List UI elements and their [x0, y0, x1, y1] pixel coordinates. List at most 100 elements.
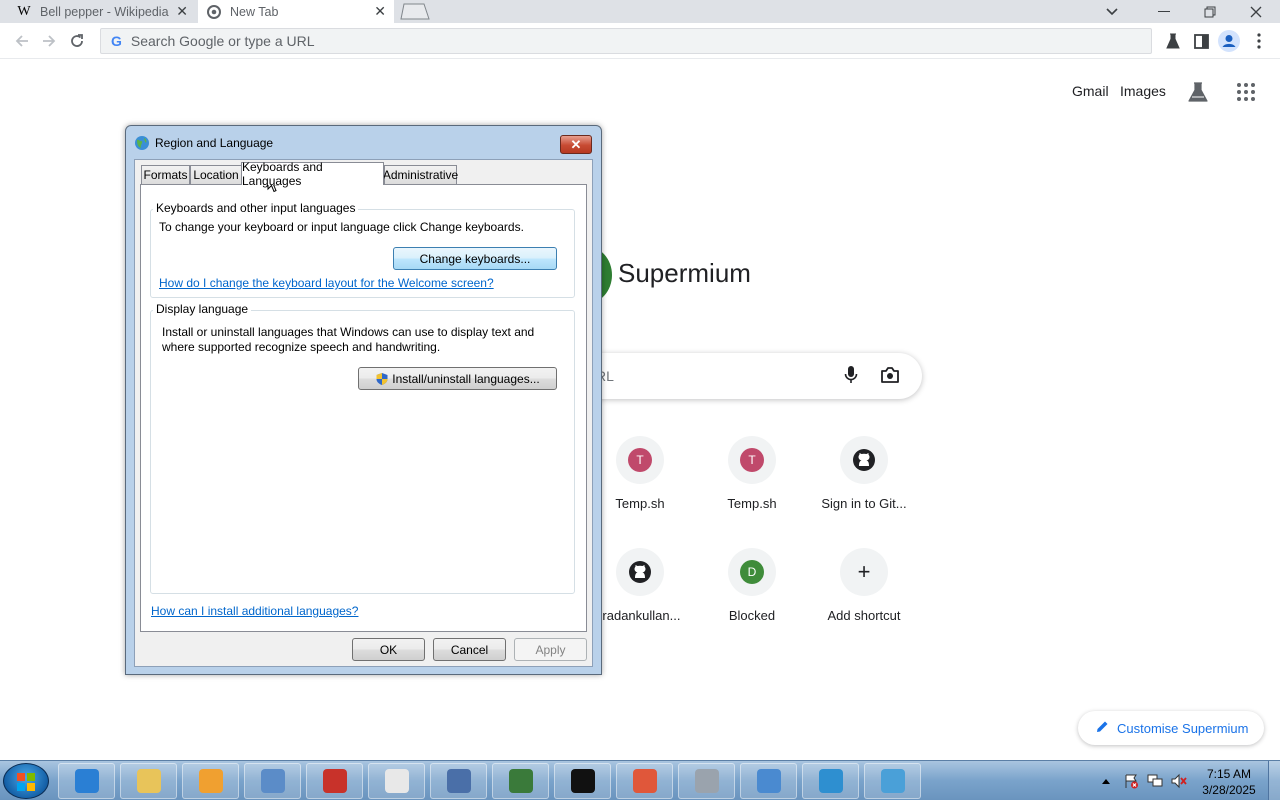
customise-button[interactable]: Customise Supermium	[1078, 711, 1264, 745]
browser-toolbar: G Search Google or type a URL	[0, 23, 1280, 59]
install-uninstall-label: Install/uninstall languages...	[392, 371, 540, 386]
minimize-icon[interactable]	[1144, 0, 1184, 23]
tab-title: New Tab	[230, 4, 279, 19]
tab-wikipedia[interactable]: W Bell pepper - Wikipedia ✕	[8, 0, 196, 23]
ok-button[interactable]: OK	[352, 638, 425, 661]
install-additional-languages-link[interactable]: How can I install additional languages?	[151, 604, 358, 618]
shortcut-title: Add shortcut	[827, 608, 901, 623]
ie-icon	[74, 769, 99, 793]
forward-icon[interactable]	[38, 30, 60, 52]
volume-muted-icon[interactable]	[1169, 761, 1189, 800]
shortcut-tile[interactable]: Sign in to Git...	[808, 428, 920, 540]
mic-icon[interactable]	[844, 365, 858, 388]
taskbar-button[interactable]	[368, 763, 425, 799]
display-language-description-line2: where supported recognize speech and han…	[162, 340, 441, 354]
taskbar-button[interactable]	[678, 763, 735, 799]
github-icon	[840, 436, 888, 484]
network-tray-icon[interactable]	[1145, 761, 1165, 800]
taskbar: 7:15 AM 3/28/2025	[0, 760, 1280, 800]
network-icon	[756, 769, 781, 793]
profile-icon[interactable]	[1218, 30, 1240, 52]
uac-shield-icon	[375, 372, 389, 386]
taskbar-button[interactable]	[492, 763, 549, 799]
restore-icon[interactable]	[1190, 0, 1230, 23]
display-language-description-line1: Install or uninstall languages that Wind…	[162, 325, 535, 339]
start-button[interactable]	[3, 763, 49, 799]
notepad-icon	[384, 769, 409, 793]
add-shortcut-tile[interactable]: + Add shortcut	[808, 540, 920, 652]
region-icon	[880, 769, 905, 793]
letter-avatar: T	[628, 448, 652, 472]
tab-location[interactable]: Location	[190, 165, 242, 184]
github-icon	[616, 548, 664, 596]
taskbar-button[interactable]	[740, 763, 797, 799]
shortcut-title: Temp.sh	[727, 496, 777, 511]
gmail-link[interactable]: Gmail	[1072, 83, 1109, 99]
tab-administrative[interactable]: Administrative	[383, 165, 458, 184]
clock-time: 7:15 AM	[1206, 767, 1252, 781]
sheet-icon	[694, 769, 719, 793]
taskbar-button[interactable]	[554, 763, 611, 799]
taskbar-button[interactable]	[802, 763, 859, 799]
globe-icon	[134, 135, 150, 151]
keyboards-group-legend: Keyboards and other input languages	[153, 201, 359, 215]
action-center-icon[interactable]	[1121, 761, 1141, 800]
labs-icon[interactable]	[1162, 30, 1184, 52]
dialog-titlebar[interactable]: Region and Language	[134, 135, 273, 151]
dialog-close-button[interactable]: ✕	[560, 135, 592, 154]
welcome-screen-layout-link[interactable]: How do I change the keyboard layout for …	[159, 276, 494, 290]
address-bar[interactable]: G Search Google or type a URL	[100, 28, 1152, 54]
tab-new-tab[interactable]: New Tab ✕	[198, 0, 394, 23]
apps-grid-icon[interactable]	[1237, 83, 1255, 101]
taskbar-button[interactable]	[306, 763, 363, 799]
taskbar-button[interactable]	[182, 763, 239, 799]
explorer-icon	[136, 769, 161, 793]
show-desktop-button[interactable]	[1268, 761, 1280, 800]
letter-avatar: T	[740, 448, 764, 472]
region-language-dialog: Region and Language ✕ Formats Location K…	[125, 125, 602, 675]
new-tab-button[interactable]	[400, 3, 432, 20]
windows-logo-icon	[17, 773, 35, 791]
labs-flask-icon[interactable]	[1187, 81, 1209, 103]
user-icon	[446, 769, 471, 793]
taskbar-button[interactable]	[430, 763, 487, 799]
cancel-button[interactable]: Cancel	[433, 638, 506, 661]
monitor-icon	[508, 769, 533, 793]
close-window-icon[interactable]	[1236, 0, 1276, 23]
tab-keyboards-and-languages[interactable]: Keyboards and Languages	[241, 160, 384, 188]
taskbar-button[interactable]	[58, 763, 115, 799]
taskbar-button[interactable]	[864, 763, 921, 799]
close-icon[interactable]: ✕	[374, 3, 386, 20]
tab-formats[interactable]: Formats	[141, 165, 190, 184]
change-keyboards-button[interactable]: Change keyboards...	[393, 247, 557, 270]
keyboards-description: To change your keyboard or input languag…	[159, 220, 524, 234]
tab-search-icon[interactable]	[1092, 0, 1132, 23]
apply-button[interactable]: Apply	[514, 638, 587, 661]
show-hidden-icons[interactable]	[1098, 761, 1114, 800]
menu-icon[interactable]	[1248, 30, 1270, 52]
taskbar-button[interactable]	[244, 763, 301, 799]
ntp-search-box[interactable]: RL	[560, 353, 922, 399]
shortcut-tile[interactable]: T Temp.sh	[696, 428, 808, 540]
taskbar-button[interactable]	[616, 763, 673, 799]
side-panel-icon[interactable]	[1190, 30, 1212, 52]
dialog-client-area: Formats Location Keyboards and Languages…	[134, 159, 593, 667]
system-clock[interactable]: 7:15 AM 3/28/2025	[1192, 766, 1266, 798]
tab-title: Bell pepper - Wikipedia	[40, 4, 169, 19]
install-uninstall-languages-button[interactable]: Install/uninstall languages...	[358, 367, 557, 390]
media-player-icon	[198, 769, 223, 793]
taskbar-button[interactable]	[120, 763, 177, 799]
brand-name: Supermium	[618, 258, 751, 288]
shortcut-title: Blocked	[728, 608, 776, 623]
reload-icon[interactable]	[66, 30, 88, 52]
customise-label: Customise Supermium	[1117, 720, 1249, 736]
shortcut-tile[interactable]: D Blocked	[696, 540, 808, 652]
cmd-icon	[570, 769, 595, 793]
images-link[interactable]: Images	[1120, 83, 1166, 99]
shortcut-icon-bg: T	[616, 436, 664, 484]
back-icon[interactable]	[11, 30, 33, 52]
close-icon[interactable]: ✕	[176, 3, 188, 20]
camera-icon[interactable]	[880, 366, 900, 387]
letter-avatar: D	[740, 560, 764, 584]
google-icon: G	[111, 33, 122, 49]
